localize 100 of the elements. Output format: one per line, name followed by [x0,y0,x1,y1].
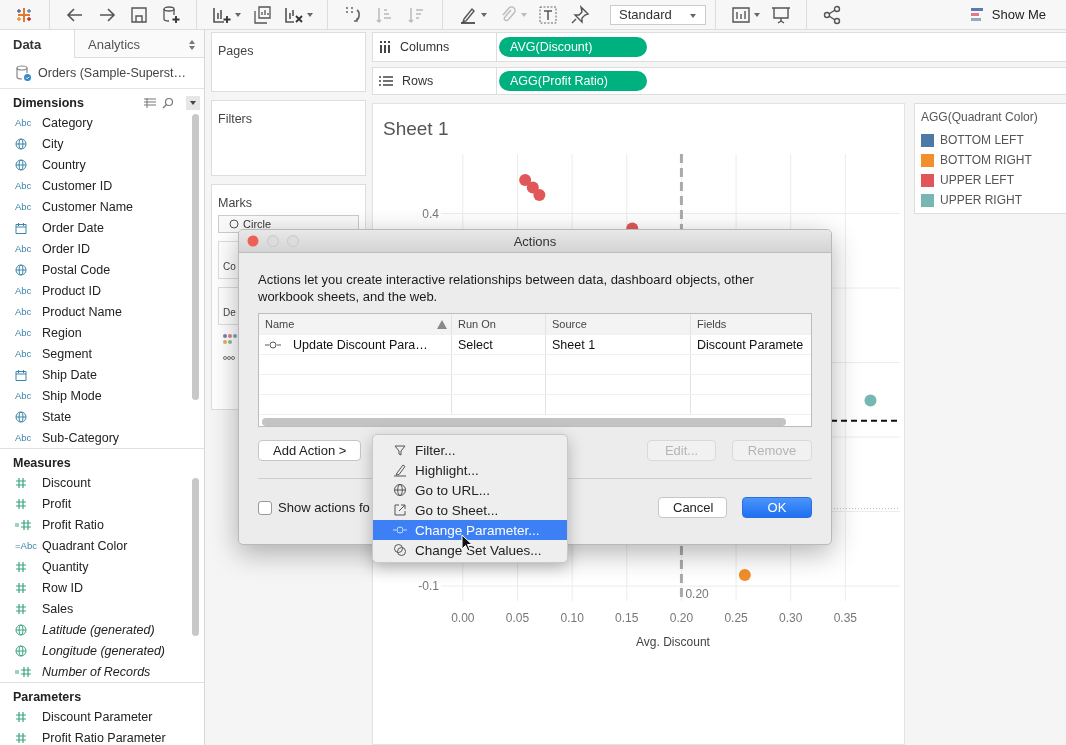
dropdown-caret-icon[interactable] [186,95,200,110]
dialog-title: Actions [513,233,557,249]
legend-swatch[interactable] [921,153,934,167]
globe-icon [15,137,27,150]
field-name[interactable]: Row ID [42,580,83,595]
updown-caret-icon[interactable] [188,39,196,51]
caret-icon[interactable] [306,10,314,19]
string-type-icon: =Abc [15,540,37,551]
field-name[interactable]: Profit [42,496,72,511]
data-source-name[interactable]: Orders (Sample-Superst… [38,66,186,80]
legend-label[interactable]: BOTTOM LEFT [940,133,1024,147]
field-name[interactable]: Number of Records [42,664,151,679]
data-point[interactable] [526,181,539,194]
sort-ascending-icon[interactable] [437,319,447,329]
legend-label[interactable]: UPPER LEFT [940,173,1014,187]
add-database-icon[interactable] [161,4,181,25]
sheet-title: Sheet 1 [382,117,450,141]
field-name[interactable]: Latitude (generated) [42,622,155,637]
field-name[interactable]: Ship Mode [42,388,102,403]
close-icon[interactable] [247,235,259,247]
field-name[interactable]: Sub-Category [42,430,120,445]
menu-item[interactable]: Filter... [373,440,567,460]
x-tick-label: 0.10 [560,611,584,625]
menu-item[interactable]: Highlight... [373,460,567,480]
field-name[interactable]: State [42,409,72,424]
x-tick-label: 0.00 [451,611,475,625]
column-header[interactable]: Source [552,318,587,330]
database-icon [14,64,32,82]
field-name[interactable]: Order ID [42,241,90,256]
duplicate-chart-icon[interactable] [252,4,272,25]
checkbox-label[interactable]: Show actions fo [278,500,370,515]
caret-icon[interactable] [689,11,697,20]
string-type-icon: Abc [15,117,32,128]
field-name[interactable]: Postal Code [42,262,111,277]
field-name[interactable]: Profit Ratio [42,517,104,532]
circle-icon[interactable] [229,219,239,229]
column-header[interactable]: Name [265,318,295,330]
legend-swatch[interactable] [921,133,934,147]
scrollbar[interactable] [262,418,786,426]
menu-item[interactable]: Change Parameter... [373,520,567,540]
x-tick-label: 0.20 [669,611,694,625]
field-name[interactable]: Quantity [42,559,89,574]
data-point[interactable] [533,189,546,201]
pin-icon[interactable] [570,4,590,25]
field-name[interactable]: Country [42,157,86,172]
text-box-icon[interactable] [538,4,558,25]
legend-swatch[interactable] [921,173,934,187]
legend-label[interactable]: UPPER RIGHT [940,193,1022,207]
field-name[interactable]: Discount [42,475,91,490]
data-point[interactable] [519,174,532,187]
fit-dropdown[interactable]: Standard [610,4,706,25]
scrollbar[interactable] [192,478,199,636]
field-name[interactable]: Longitude (generated) [42,643,165,658]
list-view-icon[interactable] [144,97,156,108]
column-header[interactable]: Run On [458,318,496,330]
legend-swatch[interactable] [921,193,934,207]
x-tick-label: 0.25 [724,611,748,625]
field-name[interactable]: Profit Ratio Parameter [42,730,166,745]
dialog-description: Actions let you create interactive relationships between data, dashboard objects, other workbook sheets, and the web. [258,271,755,305]
cancel-button[interactable]: Cancel [658,497,727,518]
field-name[interactable]: Quadrant Color [42,538,128,553]
menu-item[interactable]: Go to Sheet... [373,500,567,520]
data-point[interactable] [864,394,877,407]
string-type-icon: Abc [15,348,32,359]
column-header[interactable]: Fields [697,318,727,330]
section-title: Dimensions [13,95,84,110]
bars-icon[interactable] [969,6,986,23]
field-name[interactable]: Discount Parameter [42,709,153,724]
card-title: Filters [218,112,253,126]
scrollbar[interactable] [192,114,199,400]
caret-icon[interactable] [234,10,242,19]
field-name[interactable]: Category [42,115,93,130]
show-me-button[interactable]: Show Me [967,2,1048,27]
field-name[interactable]: Customer ID [42,178,113,193]
ok-button[interactable]: OK [742,497,812,518]
menu-item[interactable]: Go to URL... [373,480,567,500]
field-name[interactable]: Customer Name [42,199,133,214]
x-axis-title: Avg. Discount [636,635,710,649]
field-name[interactable]: Sales [42,601,74,616]
add-action-button[interactable]: Add Action > [258,440,362,461]
save-icon[interactable] [129,4,149,25]
sidebar-tab[interactable]: Analytics [74,30,204,58]
field-name[interactable]: Region [42,325,82,340]
field-name[interactable]: Order Date [42,220,104,235]
checkbox[interactable] [258,500,272,515]
section-title: Measures [13,455,71,470]
caret-icon[interactable] [480,10,488,19]
presentation-icon[interactable] [771,4,791,25]
data-point[interactable] [738,568,751,581]
field-name[interactable]: Product Name [42,304,122,319]
legend-label[interactable]: BOTTOM RIGHT [940,153,1032,167]
field-name[interactable]: Product ID [42,283,102,298]
field-name[interactable]: Segment [42,346,93,361]
field-name[interactable]: Ship Date [42,367,97,382]
search-icon[interactable] [162,96,174,109]
show-me-chart-icon[interactable] [731,4,751,25]
share-icon[interactable] [822,4,842,25]
caret-icon[interactable] [753,10,761,19]
table-cell: Sheet 1 [552,337,596,352]
field-name[interactable]: City [42,136,64,151]
